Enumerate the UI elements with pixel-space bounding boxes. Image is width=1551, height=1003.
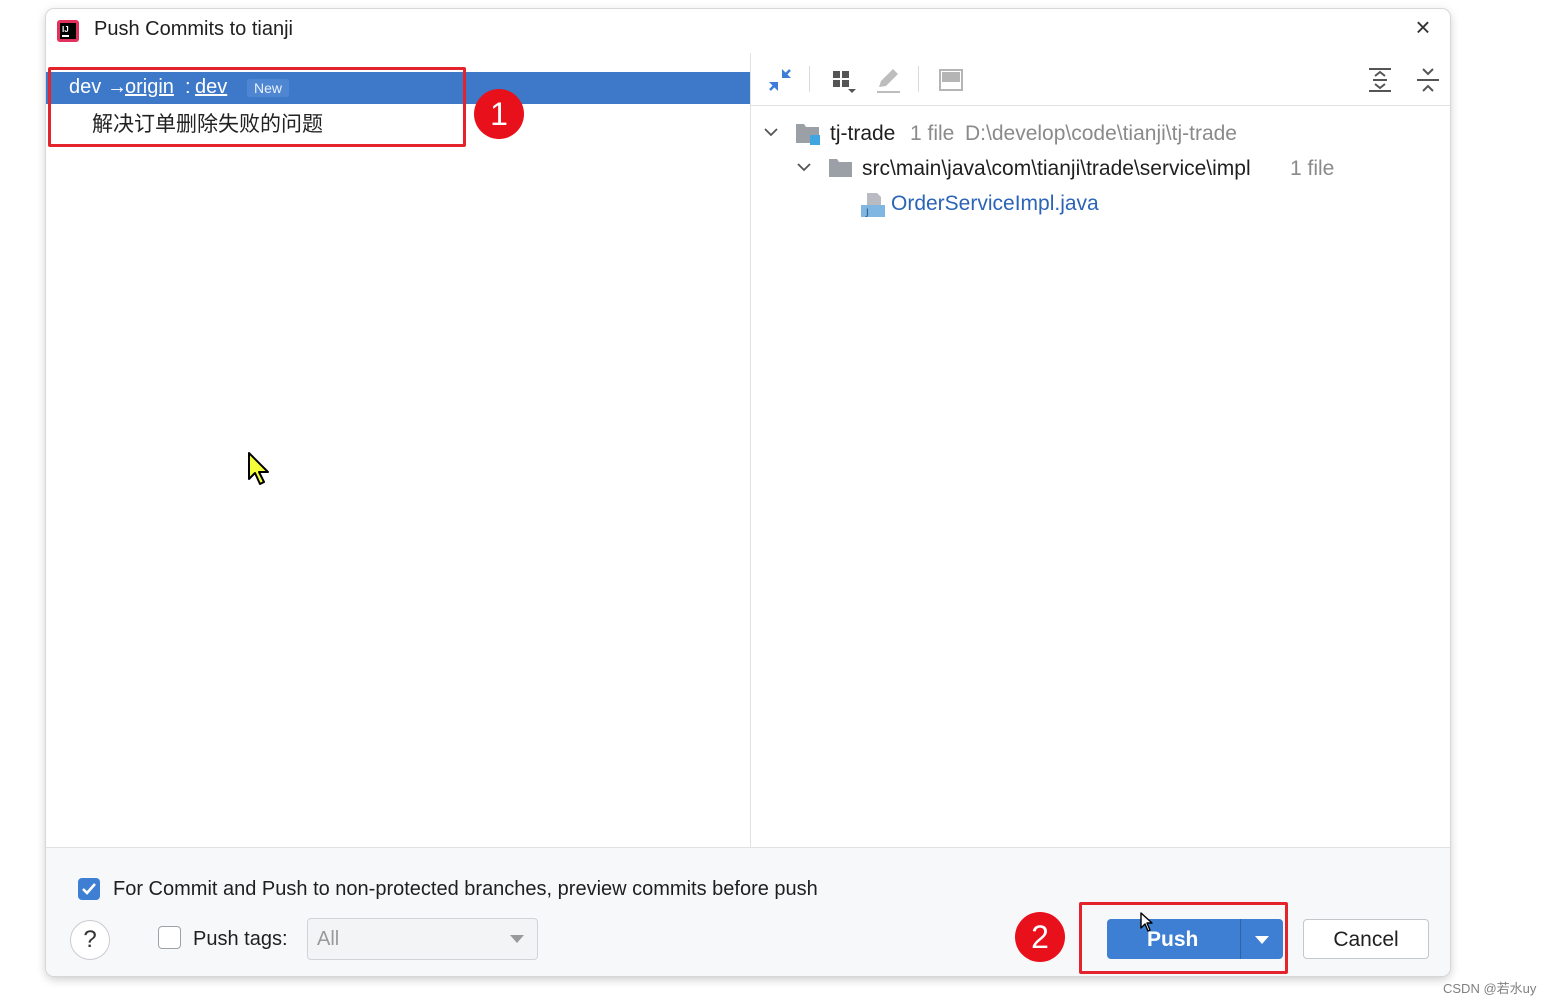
svg-text:J: J bbox=[865, 208, 869, 218]
collapse-all-icon[interactable] bbox=[1413, 65, 1443, 95]
title-bar: IJ Push Commits to tianji × bbox=[46, 9, 1450, 53]
repo-file-count: 1 file bbox=[910, 122, 955, 145]
help-button[interactable]: ? bbox=[70, 920, 110, 960]
folder-name: src\main\java\com\tianji\trade\service\i… bbox=[862, 157, 1251, 180]
changes-toolbar bbox=[751, 53, 1450, 106]
preview-diff-icon[interactable] bbox=[936, 65, 966, 95]
mouse-cursor-icon bbox=[1140, 912, 1153, 932]
toolbar-separator bbox=[918, 66, 919, 92]
file-name-link[interactable]: OrderServiceImpl.java bbox=[891, 192, 1099, 216]
collapse-diff-icon[interactable] bbox=[765, 65, 795, 95]
push-options-dropdown-icon[interactable] bbox=[1255, 936, 1269, 944]
java-file-icon: J bbox=[861, 193, 885, 218]
csdn-watermark: CSDN @若水uy bbox=[1443, 981, 1537, 996]
group-by-icon[interactable] bbox=[829, 65, 859, 95]
commits-pane: dev → origin : dev New 解决订单删除失败的问题 1 bbox=[46, 53, 751, 847]
push-commits-dialog: IJ Push Commits to tianji × dev → origin… bbox=[46, 9, 1450, 976]
edit-source-icon[interactable] bbox=[873, 65, 903, 95]
preview-commits-checkbox[interactable] bbox=[78, 878, 100, 900]
push-button[interactable]: Push bbox=[1107, 912, 1283, 959]
checkmark-icon bbox=[82, 883, 96, 895]
chevron-down-icon[interactable] bbox=[763, 124, 779, 140]
mouse-cursor-icon bbox=[248, 452, 269, 485]
intellij-app-icon: IJ bbox=[57, 20, 79, 42]
folder-icon bbox=[829, 159, 852, 177]
annotation-box-1 bbox=[48, 67, 466, 147]
annotation-badge-1: 1 bbox=[474, 89, 524, 139]
svg-text:IJ: IJ bbox=[62, 25, 69, 34]
bottom-panel: For Commit and Push to non-protected bra… bbox=[46, 847, 1450, 976]
push-tags-checkbox[interactable] bbox=[158, 926, 181, 949]
repo-name: tj-trade bbox=[830, 122, 896, 145]
repo-path: D:\develop\code\tianji\tj-trade bbox=[965, 122, 1237, 145]
push-tags-select[interactable]: All bbox=[307, 918, 538, 960]
expand-all-icon[interactable] bbox=[1365, 65, 1395, 95]
cancel-button[interactable]: Cancel bbox=[1303, 919, 1429, 959]
toolbar-separator bbox=[809, 66, 810, 92]
changes-pane: tj-trade 1 file D:\develop\code\tianji\t… bbox=[751, 53, 1450, 847]
dropdown-arrow-icon bbox=[510, 935, 524, 943]
preview-commits-label: For Commit and Push to non-protected bra… bbox=[113, 878, 818, 900]
push-button-divider bbox=[1240, 919, 1241, 959]
push-tags-value: All bbox=[317, 928, 340, 950]
push-tags-label: Push tags: bbox=[193, 928, 288, 950]
module-folder-icon bbox=[796, 124, 820, 145]
folder-file-count: 1 file bbox=[1290, 157, 1335, 180]
dialog-title: Push Commits to tianji bbox=[94, 18, 293, 40]
annotation-badge-2: 2 bbox=[1015, 912, 1065, 962]
chevron-down-icon[interactable] bbox=[796, 159, 812, 175]
close-icon[interactable]: × bbox=[1410, 14, 1436, 40]
